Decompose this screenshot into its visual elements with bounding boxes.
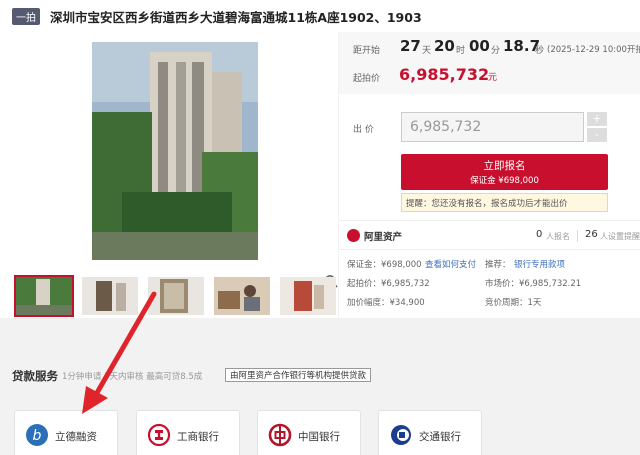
- auction-round-badge: 一拍: [12, 8, 40, 25]
- bid-increase-button[interactable]: +: [587, 112, 607, 126]
- bank-card-bocom[interactable]: 交通银行: [378, 410, 482, 455]
- thumbnail-5[interactable]: [280, 277, 336, 315]
- bank-name: 中国银行: [298, 431, 340, 443]
- countdown-block: 距开始 27 天 20 时 00 分 18.7 秒 (2025-12-29 10…: [339, 32, 640, 94]
- register-button-label: 立即报名: [483, 160, 526, 172]
- boc-logo-icon: [268, 423, 292, 447]
- annotation-arrow-icon: [82, 291, 157, 414]
- lide-logo-icon: b: [26, 424, 48, 446]
- increment-info: 加价幅度：¥34,900: [347, 298, 425, 308]
- thumbnail-4[interactable]: [214, 277, 270, 315]
- reminder-count: 26: [585, 229, 598, 240]
- signup-count: 0: [536, 229, 543, 240]
- bid-area: 出 价 6,985,732 + - 立即报名 保证金 ¥698,000 提醒：您…: [339, 94, 640, 214]
- bid-amount-input[interactable]: 6,985,732: [401, 112, 584, 142]
- register-button-deposit: 保证金 ¥698,000: [470, 176, 539, 186]
- register-now-button[interactable]: 立即报名 保证金 ¥698,000: [401, 154, 608, 190]
- reminder-count-label: 人设置提醒: [600, 232, 640, 241]
- loan-provider-tag: 由阿里资产合作银行等机构提供贷款: [225, 368, 372, 382]
- bank-name: 立德融资: [55, 431, 97, 443]
- starting-price-unit: 元: [488, 73, 498, 83]
- thumbnail-1[interactable]: [14, 275, 74, 317]
- countdown-minutes-unit: 分: [491, 46, 501, 56]
- stats-divider: [577, 230, 578, 242]
- starting-price-label: 起拍价: [353, 74, 381, 84]
- countdown-minutes: 00: [469, 37, 490, 55]
- bid-decrease-button[interactable]: -: [587, 128, 607, 142]
- period-info: 竞价周期：1天: [485, 298, 542, 308]
- signup-count-label: 人报名: [546, 232, 570, 241]
- loan-service-title: 贷款服务: [12, 369, 58, 383]
- platform-name: 阿里资产: [364, 232, 403, 243]
- main-photo[interactable]: [92, 42, 258, 260]
- countdown-seconds-unit: 秒: [535, 46, 545, 56]
- signup-reminder-tip: 提醒：您还没有报名，报名成功后才能出价: [401, 193, 608, 212]
- how-to-pay-link[interactable]: 查看如何支付: [425, 258, 476, 270]
- recommend-label: 推荐：: [485, 260, 511, 270]
- deposit-info: 保证金：¥698,000: [347, 260, 422, 270]
- property-title: 深圳市宝安区西乡街道西乡大道碧海富通城11栋A座1902、1903: [50, 10, 422, 25]
- auction-start-time: (2025-12-29 10:00开拍): [547, 45, 640, 55]
- platform-bar: 阿里资产 0 人报名 26 人设置提醒: [339, 220, 640, 250]
- photo-gallery: [0, 32, 338, 318]
- auction-info-panel: 距开始 27 天 20 时 00 分 18.7 秒 (2025-12-29 10…: [339, 32, 640, 318]
- bid-label: 出 价: [353, 125, 374, 135]
- starting-price-value: 6,985,732: [399, 65, 490, 84]
- market-price-info: 市场价：¥6,985,732.21: [485, 279, 582, 289]
- bank-card-boc[interactable]: 中国银行: [257, 410, 361, 455]
- countdown-days-unit: 天: [422, 46, 432, 56]
- bank-name: 交通银行: [419, 431, 461, 443]
- title-bar: 一拍 深圳市宝安区西乡街道西乡大道碧海富通城11栋A座1902、1903: [0, 0, 640, 32]
- countdown-hours: 20: [434, 37, 455, 55]
- bank-name: 工商银行: [177, 431, 219, 443]
- svg-text:b: b: [33, 428, 42, 444]
- bocom-logo-icon: [391, 425, 411, 445]
- countdown-label: 距开始: [353, 46, 381, 56]
- countdown-days: 27: [400, 37, 421, 55]
- bank-card-lide[interactable]: b 立德融资: [14, 410, 118, 455]
- auction-page: 一拍 深圳市宝安区西乡街道西乡大道碧海富通城11栋A座1902、1903 距开始…: [0, 0, 640, 455]
- icbc-logo-icon: [147, 423, 171, 447]
- bank-account-link[interactable]: 银行专用款项: [514, 258, 565, 270]
- start-price-info: 起拍价：¥6,985,732: [347, 279, 430, 289]
- bank-card-icbc[interactable]: 工商银行: [136, 410, 240, 455]
- countdown-hours-unit: 时: [456, 46, 466, 56]
- ali-assets-logo-icon: [347, 229, 360, 242]
